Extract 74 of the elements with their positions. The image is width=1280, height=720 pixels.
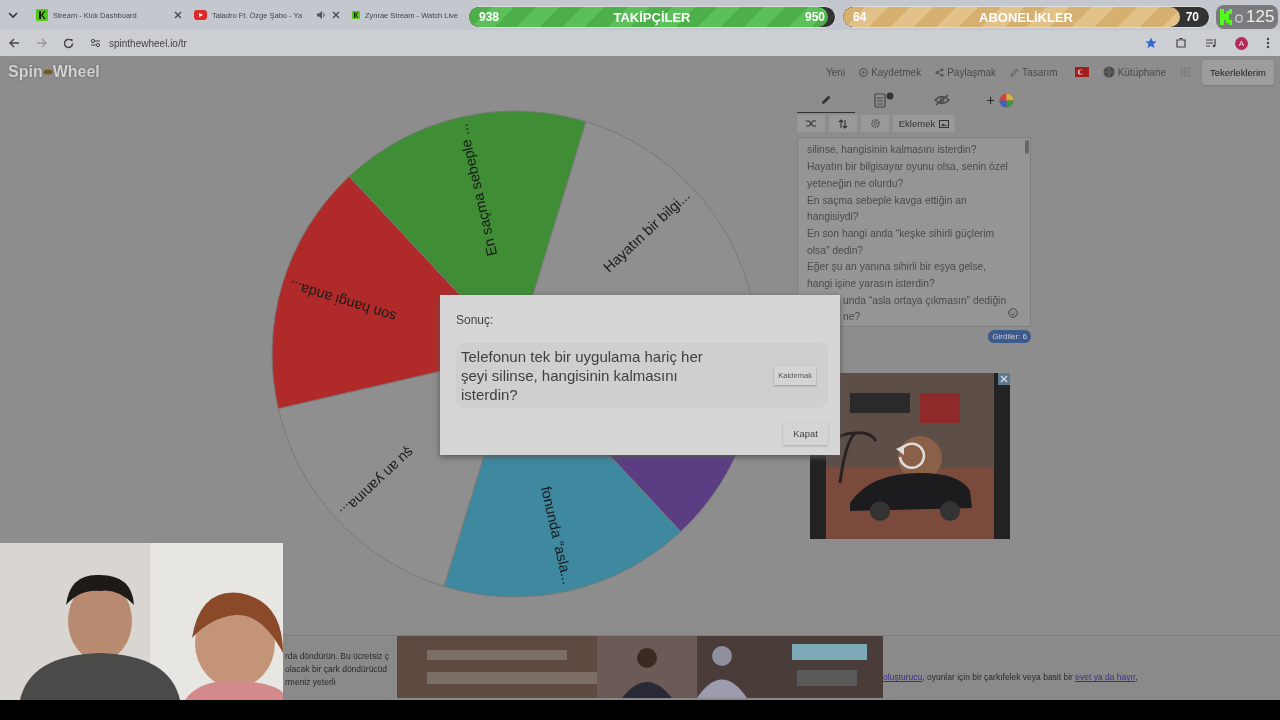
tool-button[interactable] <box>829 115 857 133</box>
kick-icon <box>1220 9 1232 26</box>
description-text: olacak bir çark döndürücüd <box>285 663 389 677</box>
color-wheel-icon <box>998 92 1014 108</box>
replay-icon[interactable] <box>894 439 928 472</box>
entry-line: Hayatın bir bilgisayar oyunu olsa, senin özel <box>807 160 1008 175</box>
pencil-icon <box>1010 67 1020 77</box>
entry-line: hangi işine yarasın isterdin? <box>807 277 935 292</box>
settings-icon <box>869 118 881 130</box>
star-icon[interactable] <box>1145 37 1157 50</box>
image-icon <box>939 119 950 128</box>
nav-link[interactable]: Kaydetmek <box>859 66 922 78</box>
close-icon[interactable] <box>332 11 340 19</box>
entries-textarea[interactable] <box>797 137 1031 328</box>
nav-link[interactable]: Paylaşmak <box>935 66 997 78</box>
shuffle-icon <box>806 119 816 129</box>
wheel-logo-icon <box>42 68 53 77</box>
back-icon[interactable] <box>9 38 20 49</box>
entry-line: hangisiydi? <box>807 210 859 225</box>
profile-avatar[interactable]: A <box>1235 36 1248 50</box>
person-icon <box>1235 11 1243 24</box>
entry-line: En saçma sebeple kavga ettiğin an <box>807 193 967 208</box>
reload-icon[interactable] <box>63 37 74 49</box>
entry-line: ne? <box>842 310 861 325</box>
save-icon <box>859 67 869 77</box>
my-wheels-button[interactable]: Tekerleklerim <box>1202 59 1274 85</box>
smiley-icon[interactable] <box>1008 308 1018 319</box>
sort-icon <box>838 118 848 129</box>
entry-line: silinse, hangisinin kalmasını isterdin? <box>807 143 977 158</box>
speaker-icon[interactable] <box>316 10 327 20</box>
editor-tab[interactable]: + <box>971 88 1029 114</box>
goal-current: 64 <box>853 10 867 25</box>
viewer-count: 125 <box>1246 7 1275 28</box>
menu-icon[interactable] <box>1266 37 1270 50</box>
description-text: rda döndürün. Bu ücretsiz ç <box>285 650 390 664</box>
slice-label: fonunda “asla... <box>537 485 576 587</box>
goal-target: 950 <box>804 10 825 25</box>
kick-icon <box>352 9 360 21</box>
site-settings-icon[interactable] <box>90 38 101 49</box>
entry-line: yeteneğin ne olurdu? <box>807 176 904 191</box>
close-icon[interactable] <box>998 373 1010 386</box>
slice-label: En saçma sebeple ... <box>454 122 501 259</box>
goal-current: 938 <box>479 10 500 25</box>
clipboard-icon <box>874 92 894 109</box>
youtube-icon <box>194 10 207 20</box>
description-text: oluşturucu, oyunlar için bir çarkıfelek veya basit bir evet ya da hayır, <box>883 672 1139 683</box>
tool-button[interactable]: Eklemek <box>893 115 955 133</box>
result-text: Telefonun tek bir uygulama hariç her şeyi silinse, hangisinin kalmasını isterdin? <box>461 347 704 405</box>
nav-link[interactable]: Kütüphane <box>1102 66 1167 79</box>
entry-line: Eğer şu an yanına sihirli bir eşya gelse, <box>807 260 987 275</box>
entry-line: olsa” dedin? <box>807 243 864 258</box>
extensions-icon[interactable] <box>1175 37 1187 50</box>
media-icon[interactable] <box>1205 38 1217 49</box>
chevron-icon[interactable] <box>8 11 18 19</box>
nav-link[interactable]: Yeni <box>826 66 846 78</box>
turkish-flag-icon[interactable] <box>1074 67 1089 78</box>
close-button[interactable]: Kapat <box>783 422 828 446</box>
goal-label: TAKİPÇİLER <box>613 9 691 25</box>
nav-link[interactable]: Tasarım <box>1010 66 1089 78</box>
entries-count-badge: Girdiler: 6 <box>988 330 1031 344</box>
kick-icon <box>36 9 48 21</box>
entry-line: unda “asla ortaya çıkmasın” dediğin <box>842 293 1007 308</box>
url-text[interactable]: spinthewheel.io/tr <box>109 37 187 49</box>
dialog-title: Sonuç: <box>456 313 495 328</box>
share-icon <box>935 67 945 77</box>
slice-label: son hangi anda... <box>286 277 399 326</box>
goal-label: ABONELİKLER <box>979 9 1073 25</box>
entry-line: En son hangi anda “keşke sihirli güçlerim <box>807 226 995 241</box>
pencil-icon <box>820 94 832 107</box>
close-icon[interactable] <box>174 11 182 19</box>
eye-slash-icon <box>934 94 950 107</box>
globe-icon <box>1102 66 1115 79</box>
description-text: rmeniz yeterli <box>285 676 337 690</box>
goal-target: 70 <box>1185 10 1199 25</box>
